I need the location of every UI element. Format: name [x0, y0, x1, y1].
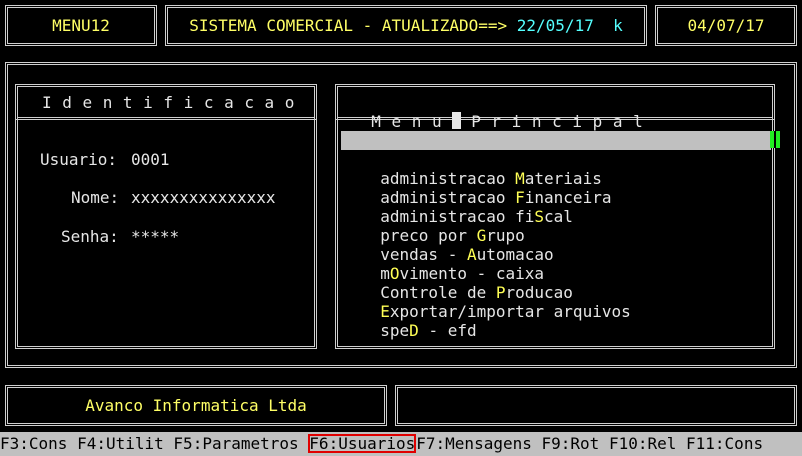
- current-date: 04/07/17: [687, 16, 765, 35]
- text-cursor: [452, 112, 462, 129]
- status-flag: k: [613, 16, 623, 35]
- senha-label: Senha:: [61, 227, 119, 246]
- menu-item-sped[interactable]: speD - efd: [361, 302, 476, 340]
- identification-title: Identificacao: [42, 93, 306, 112]
- selection-marker: [770, 131, 780, 148]
- menu-code-box: MENU12: [5, 5, 157, 46]
- senha-value[interactable]: *****: [131, 227, 179, 246]
- menu-item-producao[interactable]: Controle de Producao: [361, 264, 573, 302]
- fkey-f6[interactable]: F6:Usuarios: [308, 434, 417, 453]
- menu-item-materiais[interactable]: administracao Materiais: [361, 150, 602, 188]
- fkey-f3[interactable]: F3:Cons: [0, 434, 67, 453]
- menu-item-financeira[interactable]: administracao Financeira: [361, 169, 611, 207]
- fkey-f10[interactable]: F10:Rel: [609, 434, 676, 453]
- current-date-box: 04/07/17: [655, 5, 797, 46]
- function-key-bar: F3:Cons F4:Utilit F5:Parametros F6:Usuar…: [0, 432, 802, 456]
- fkey-f11[interactable]: F11:Cons: [686, 434, 763, 453]
- message-box: [395, 385, 797, 426]
- menu-item-exportar[interactable]: Exportar/importar arquivos: [361, 283, 630, 321]
- fkey-f7[interactable]: F7:Mensagens: [416, 434, 532, 453]
- fkey-f5[interactable]: F5:Parametros: [173, 434, 298, 453]
- system-title: SISTEMA COMERCIAL - ATUALIZADO==>: [189, 16, 517, 35]
- menu-item-fiscal[interactable]: administracao fiScal: [361, 188, 573, 226]
- menu-title: Menu Principal: [352, 93, 653, 131]
- identification-panel: [15, 84, 317, 349]
- menu-title-left: Menu: [371, 112, 453, 131]
- menu-item-preco-grupo[interactable]: preco por Grupo: [361, 207, 525, 245]
- fkey-f9[interactable]: F9:Rot: [542, 434, 600, 453]
- fkey-f4[interactable]: F4:Utilit: [77, 434, 164, 453]
- usuario-label: Usuario:: [40, 150, 118, 169]
- company-name: Avanco Informatica Ltda: [85, 396, 307, 415]
- system-title-box: SISTEMA COMERCIAL - ATUALIZADO==> 22/05/…: [165, 5, 647, 46]
- menu-item-movimento[interactable]: mOvimento - caixa: [361, 245, 544, 283]
- company-box: Avanco Informatica Ltda: [5, 385, 387, 426]
- nome-label: Nome:: [71, 188, 120, 207]
- nome-value[interactable]: xxxxxxxxxxxxxxx: [131, 188, 276, 207]
- updated-date: 22/05/17: [516, 16, 594, 35]
- menu-title-right: Principal: [471, 112, 654, 131]
- menu-item-vendas[interactable]: vendas - Automacao: [361, 226, 553, 264]
- usuario-value[interactable]: 0001: [131, 150, 170, 169]
- menu-item-cadastros[interactable]: û Cadastros basicos: [341, 131, 771, 169]
- menu-code: MENU12: [52, 16, 110, 35]
